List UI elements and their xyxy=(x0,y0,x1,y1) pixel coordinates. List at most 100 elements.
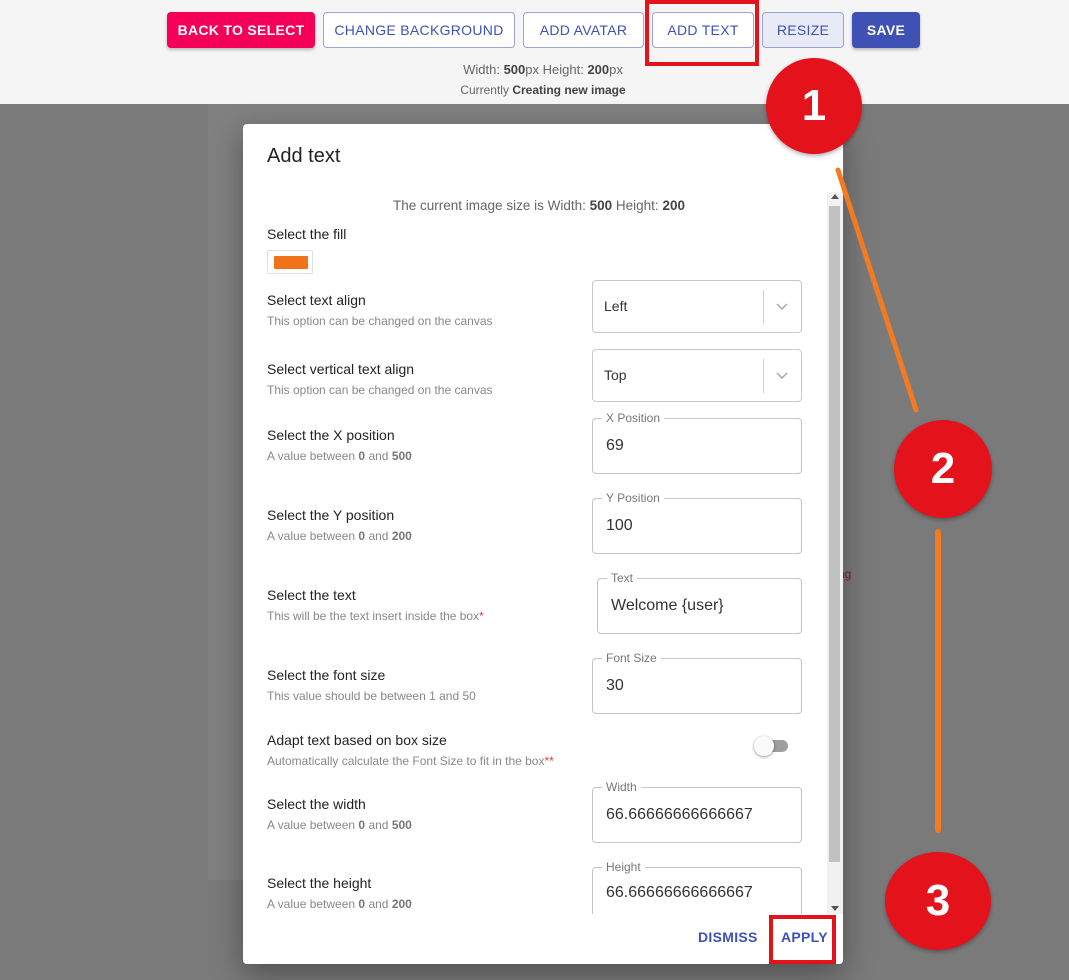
adapt-hint-text: Automatically calculate the Font Size to… xyxy=(267,754,545,768)
adapt-text-label: Adapt text based on box size xyxy=(267,732,447,748)
x-position-field[interactable]: X Position 69 xyxy=(592,411,802,474)
font-size-field-label: Font Size xyxy=(602,651,661,665)
text-hint-text: This will be the text insert inside the … xyxy=(267,609,480,623)
vertical-align-select[interactable]: Top xyxy=(592,349,802,402)
hint-min: 0 xyxy=(358,818,366,832)
image-dimensions-info: Width: 500px Height: 200px xyxy=(0,62,1069,77)
font-size-label: Select the font size xyxy=(267,667,386,683)
text-field[interactable]: Text Welcome {user} xyxy=(597,571,802,634)
x-position-input[interactable]: 69 xyxy=(606,437,624,455)
step-1-badge: 1 xyxy=(766,58,862,154)
height-hint: A value between 0 and 200 xyxy=(267,897,412,911)
text-input[interactable]: Welcome {user} xyxy=(611,597,724,615)
hint-max: 200 xyxy=(391,529,412,543)
height-input[interactable]: 66.66666666666667 xyxy=(606,884,753,902)
scroll-down-arrow-icon[interactable] xyxy=(831,906,839,911)
step-3-badge: 3 xyxy=(885,852,991,950)
select-separator xyxy=(763,359,764,393)
height-label: Select the height xyxy=(267,875,372,891)
y-position-label: Select the Y position xyxy=(267,507,395,523)
required-mark: ** xyxy=(544,754,554,768)
select-separator xyxy=(763,290,764,324)
vertical-align-label: Select vertical text align xyxy=(267,361,415,377)
hint-min: 0 xyxy=(358,529,366,543)
add-avatar-button[interactable]: ADD AVATAR xyxy=(523,12,644,48)
size-info-prefix: The current image size is Width: xyxy=(393,198,586,213)
height-field-label: Height xyxy=(602,860,645,874)
size-info-height-label: Height: xyxy=(615,198,659,213)
y-position-field[interactable]: Y Position 100 xyxy=(592,491,802,554)
dialog-title: Add text xyxy=(267,145,341,167)
currently-value: Creating new image xyxy=(512,83,626,97)
width-label: Select the width xyxy=(267,796,366,812)
hint-prefix: A value between xyxy=(267,818,356,832)
top-toolbar: BACK TO SELECT CHANGE BACKGROUND ADD AVA… xyxy=(0,0,1069,104)
font-size-input[interactable]: 30 xyxy=(606,677,624,695)
text-align-value: Left xyxy=(604,298,628,314)
hint-min: 0 xyxy=(358,449,366,463)
y-position-field-label: Y Position xyxy=(602,491,664,505)
font-size-hint: This value should be between 1 and 50 xyxy=(267,689,476,703)
height-label: Height: xyxy=(542,62,584,77)
width-field[interactable]: Width 66.66666666666667 xyxy=(592,780,802,843)
vertical-align-hint: This option can be changed on the canvas xyxy=(267,383,493,397)
hint-max: 200 xyxy=(391,897,412,911)
dialog-actions: DISMISS APPLY xyxy=(243,914,843,964)
width-input[interactable]: 66.66666666666667 xyxy=(606,806,753,824)
resize-button[interactable]: RESIZE xyxy=(762,12,844,48)
hint-and: and xyxy=(368,897,389,911)
step-2-badge: 2 xyxy=(894,420,992,518)
change-background-button[interactable]: CHANGE BACKGROUND xyxy=(323,12,515,48)
width-unit: px xyxy=(525,62,539,77)
text-align-hint: This option can be changed on the canvas xyxy=(267,314,493,328)
apply-highlight xyxy=(769,915,836,964)
height-value: 200 xyxy=(587,62,610,77)
y-position-input[interactable]: 100 xyxy=(606,517,633,535)
x-position-field-label: X Position xyxy=(602,411,665,425)
hint-and: and xyxy=(368,529,389,543)
image-size-info: The current image size is Width: 500 Hei… xyxy=(243,198,835,213)
text-label: Select the text xyxy=(267,587,356,603)
height-unit: px xyxy=(609,62,623,77)
text-align-label: Select text align xyxy=(267,292,366,308)
font-size-field[interactable]: Font Size 30 xyxy=(592,651,802,714)
back-to-select-button[interactable]: BACK TO SELECT xyxy=(167,12,315,48)
dialog-scrollbar[interactable] xyxy=(827,192,843,914)
hint-and: and xyxy=(368,818,389,832)
fill-color-swatch xyxy=(274,256,308,269)
width-label: Width: xyxy=(463,62,500,77)
vertical-align-value: Top xyxy=(604,367,627,383)
text-field-label: Text xyxy=(607,571,638,585)
currently-label: Currently xyxy=(460,83,509,97)
scroll-up-arrow-icon[interactable] xyxy=(831,194,839,199)
text-align-select[interactable]: Left xyxy=(592,280,802,333)
size-info-height: 200 xyxy=(662,198,685,213)
chevron-down-icon[interactable] xyxy=(773,297,791,315)
width-hint: A value between 0 and 500 xyxy=(267,818,412,832)
dismiss-button[interactable]: DISMISS xyxy=(698,929,758,945)
x-position-label: Select the X position xyxy=(267,427,395,443)
hint-max: 500 xyxy=(391,818,412,832)
y-position-hint: A value between 0 and 200 xyxy=(267,529,412,543)
add-text-dialog: Add text The current image size is Width… xyxy=(243,124,843,964)
width-value: 500 xyxy=(503,62,526,77)
scrollbar-thumb[interactable] xyxy=(829,206,840,862)
hint-prefix: A value between xyxy=(267,897,356,911)
hint-prefix: A value between xyxy=(267,529,356,543)
current-mode-info: Currently Creating new image xyxy=(0,83,1069,97)
hint-prefix: A value between xyxy=(267,449,356,463)
hint-min: 0 xyxy=(358,897,366,911)
save-button[interactable]: SAVE xyxy=(852,12,920,48)
fill-color-picker[interactable] xyxy=(267,250,313,274)
required-mark: * xyxy=(479,609,484,623)
toggle-thumb xyxy=(754,736,774,756)
add-text-highlight xyxy=(645,0,759,66)
chevron-down-icon[interactable] xyxy=(773,366,791,384)
adapt-text-toggle[interactable] xyxy=(754,736,788,756)
width-field-label: Width xyxy=(602,780,641,794)
hint-and: and xyxy=(368,449,389,463)
x-position-hint: A value between 0 and 500 xyxy=(267,449,412,463)
text-hint: This will be the text insert inside the … xyxy=(267,609,484,623)
fill-label: Select the fill xyxy=(267,226,347,242)
hint-max: 500 xyxy=(391,449,412,463)
